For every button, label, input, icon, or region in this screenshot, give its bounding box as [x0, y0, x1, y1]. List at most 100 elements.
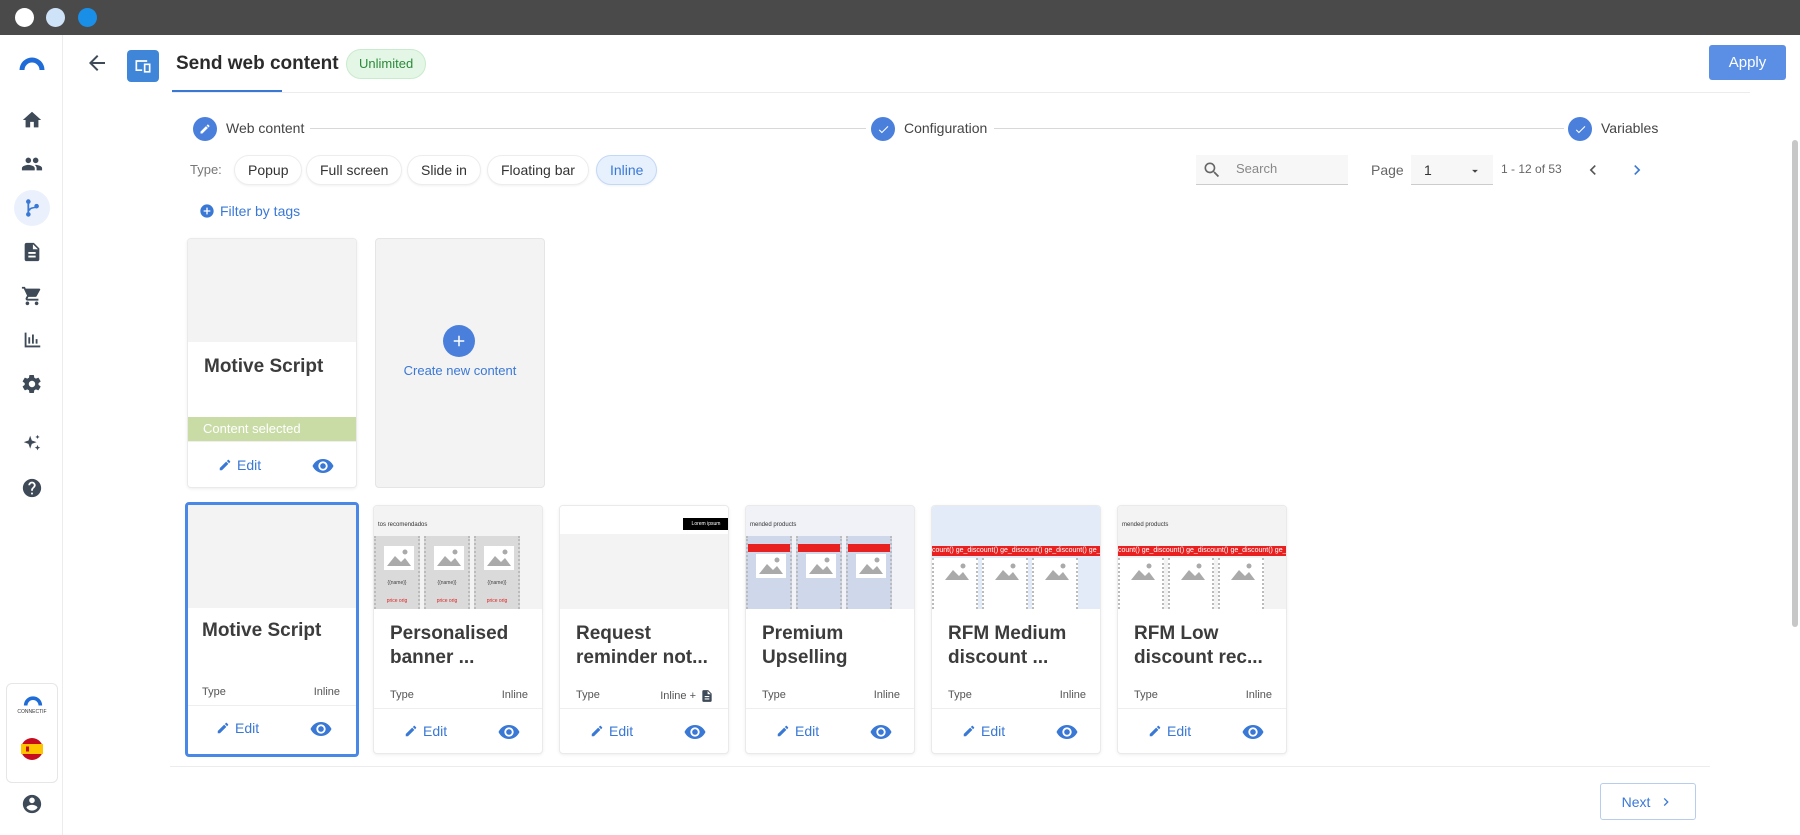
- edit-button[interactable]: Edit: [776, 723, 819, 739]
- type-value: Inline +: [660, 690, 696, 702]
- cart-icon[interactable]: [14, 278, 50, 314]
- type-chip-full-screen[interactable]: Full screen: [306, 155, 403, 185]
- card-thumbnail: [188, 505, 356, 608]
- flow-icon[interactable]: [14, 190, 50, 226]
- thumb-product: {{name}} price orig: [374, 536, 420, 609]
- thumb-product: [932, 558, 978, 609]
- create-new-content-card[interactable]: Create new content: [375, 238, 545, 488]
- thumb-heading: mended products: [750, 522, 797, 528]
- next-page-icon[interactable]: [1627, 160, 1647, 180]
- content-card[interactable]: tos recomendados {{name}} price orig {{na…: [373, 505, 543, 754]
- logo-icon[interactable]: [14, 47, 50, 83]
- users-icon[interactable]: [14, 146, 50, 182]
- edit-label: Edit: [981, 723, 1006, 739]
- thumb-heading: tos recomendados: [378, 522, 428, 528]
- scrollbar-thumb[interactable]: [1792, 140, 1798, 627]
- page-select[interactable]: 1: [1411, 155, 1493, 185]
- type-label: Type: [948, 689, 972, 701]
- thumb-product: [1118, 558, 1164, 609]
- back-arrow-icon[interactable]: [85, 51, 109, 75]
- window-maximize-dot[interactable]: [78, 8, 97, 27]
- type-filter-label: Type:: [190, 162, 222, 177]
- card-divider: [374, 708, 542, 709]
- card-title: RFM Low discount rec...: [1134, 623, 1263, 668]
- pencil-icon: [405, 725, 417, 737]
- edit-button[interactable]: Edit: [962, 723, 1005, 739]
- thumb-product: [1218, 558, 1264, 609]
- chart-icon[interactable]: [14, 322, 50, 358]
- type-chip-inline[interactable]: Inline: [596, 155, 658, 185]
- spain-flag-icon[interactable]: [21, 738, 43, 760]
- type-chip-slide-in[interactable]: Slide in: [407, 155, 481, 185]
- search-input[interactable]: [1236, 161, 1340, 176]
- preview-eye-icon[interactable]: [498, 725, 520, 739]
- content-card[interactable]: mended products count() ge_discount() ge…: [1117, 505, 1287, 754]
- type-label: Type: [762, 689, 786, 701]
- type-label: Type: [390, 689, 414, 701]
- preview-eye-icon[interactable]: [310, 722, 332, 736]
- type-value: Inline: [1245, 689, 1272, 701]
- page-title: Send web content: [176, 53, 339, 74]
- content-card[interactable]: Motive Script Type Inline Edit: [185, 502, 359, 757]
- card-divider: [746, 708, 914, 709]
- sparkle-icon[interactable]: [14, 426, 50, 462]
- type-label: Type: [202, 686, 226, 698]
- edit-label: Edit: [237, 457, 262, 473]
- type-value-group: Inline +: [660, 689, 714, 703]
- card-title: RFM Medium discount ...: [948, 623, 1067, 668]
- content-card[interactable]: count() ge_discount() ge_discount() ge_d…: [931, 505, 1101, 754]
- card-thumbnail: Lorem ipsum: [560, 506, 728, 609]
- content-card[interactable]: Lorem ipsum Request reminder not... Type…: [559, 505, 729, 754]
- preview-eye-icon[interactable]: [1056, 725, 1078, 739]
- thumb-product: [746, 536, 792, 609]
- next-button[interactable]: Next: [1600, 783, 1696, 820]
- thumb-product: [982, 558, 1028, 609]
- account-icon[interactable]: [14, 786, 50, 822]
- edit-button[interactable]: Edit: [216, 720, 259, 736]
- help-icon[interactable]: [14, 470, 50, 506]
- card-divider: [560, 708, 728, 709]
- selected-content-card: Motive Script Content selected Edit: [187, 238, 357, 488]
- window-minimize-dot[interactable]: [46, 8, 65, 27]
- thumb-product: [1032, 558, 1078, 609]
- prev-page-icon[interactable]: [1583, 160, 1603, 180]
- type-value: Inline: [873, 689, 900, 701]
- type-chip-popup[interactable]: Popup: [234, 155, 303, 185]
- type-chip-floating-bar[interactable]: Floating bar: [487, 155, 589, 185]
- brand-logo-icon: [23, 696, 43, 706]
- brand-card[interactable]: CONNECTIF: [6, 683, 58, 783]
- header-divider: [172, 92, 1750, 93]
- thumb-product: {{name}} price orig: [424, 536, 470, 609]
- card-type-row: Type Inline: [762, 689, 900, 701]
- document-icon: [702, 690, 712, 702]
- gear-icon[interactable]: [14, 366, 50, 402]
- preview-eye-icon[interactable]: [870, 725, 892, 739]
- step-label: Web content: [226, 120, 305, 136]
- document-icon[interactable]: [14, 234, 50, 270]
- home-icon[interactable]: [14, 102, 50, 138]
- preview-eye-icon[interactable]: [312, 459, 334, 473]
- edit-button[interactable]: Edit: [404, 723, 447, 739]
- thumb-discount-band: count() ge_discount() ge_discount() ge_d…: [1118, 546, 1286, 556]
- thumb-product: [1168, 558, 1214, 609]
- apply-button[interactable]: Apply: [1709, 45, 1786, 80]
- card-thumbnail: mended products: [746, 506, 914, 609]
- type-value: Inline: [501, 689, 528, 701]
- type-label: Type: [1134, 689, 1158, 701]
- preview-eye-icon[interactable]: [684, 725, 706, 739]
- edit-button[interactable]: Edit: [1148, 723, 1191, 739]
- filter-by-tags-link[interactable]: Filter by tags: [199, 203, 300, 219]
- search-field[interactable]: [1196, 155, 1348, 185]
- content-card[interactable]: mended products Premium Upselling Type I…: [745, 505, 915, 754]
- preview-eye-icon[interactable]: [1242, 725, 1264, 739]
- window-close-dot[interactable]: [15, 8, 34, 27]
- thumb-heading: mended products: [1122, 522, 1169, 528]
- edit-button[interactable]: Edit: [218, 457, 261, 473]
- plus-icon: [443, 325, 475, 357]
- type-value: Inline: [313, 686, 340, 698]
- card-title: Request reminder not...: [576, 623, 708, 668]
- unlimited-badge: Unlimited: [346, 49, 427, 79]
- card-title: Premium Upselling: [762, 623, 848, 668]
- edit-button[interactable]: Edit: [590, 723, 633, 739]
- thumb-product: [796, 536, 842, 609]
